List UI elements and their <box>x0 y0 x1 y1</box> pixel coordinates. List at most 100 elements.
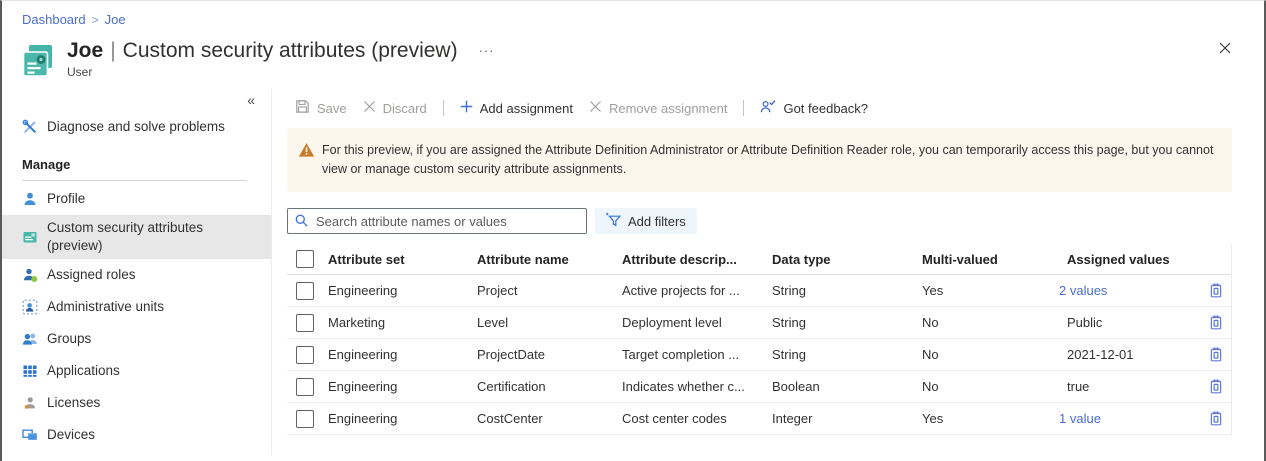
more-options-button[interactable]: ··· <box>479 39 495 63</box>
sidebar: « Diagnose and solve problems Manage <box>2 89 272 455</box>
close-blade-button[interactable] <box>1214 37 1236 62</box>
sidebar-section-manage: Manage <box>2 143 271 180</box>
save-button[interactable]: Save <box>287 95 355 121</box>
cell-attribute-name: CostCenter <box>477 411 622 426</box>
cell-attribute-description: Cost center codes <box>622 411 772 426</box>
cell-attribute-name: Certification <box>477 379 622 394</box>
search-icon <box>294 213 309 233</box>
cell-attribute-set: Engineering <box>328 411 477 426</box>
trash-icon <box>1208 287 1224 302</box>
table-row: Engineering CostCenter Cost center codes… <box>287 403 1231 435</box>
sidebar-item-devices[interactable]: Devices <box>2 419 271 451</box>
sidebar-item-licenses[interactable]: Licenses <box>2 387 271 419</box>
got-feedback-button[interactable]: Got feedback? <box>752 95 876 121</box>
delete-assignment-button[interactable] <box>1207 378 1225 396</box>
search-input[interactable] <box>287 208 587 234</box>
cell-attribute-description: Deployment level <box>622 315 772 330</box>
cell-multi-valued: Yes <box>922 283 1067 298</box>
add-filters-button[interactable]: Add filters <box>595 208 697 234</box>
sidebar-item-assigned-roles[interactable]: Assigned roles <box>2 259 271 291</box>
column-header-attribute-description: Attribute descrip... <box>622 252 772 267</box>
cell-data-type: Boolean <box>772 379 922 394</box>
toolbar-divider <box>743 100 744 116</box>
save-icon <box>295 99 310 117</box>
delete-assignment-button[interactable] <box>1207 410 1225 428</box>
table-row: Marketing Level Deployment level String … <box>287 307 1231 339</box>
row-checkbox[interactable] <box>296 282 314 300</box>
feedback-person-icon <box>760 99 776 117</box>
attributes-doc-icon <box>22 229 38 245</box>
breadcrumb-joe[interactable]: Joe <box>105 12 126 27</box>
add-assignment-label: Add assignment <box>480 101 573 116</box>
filter-row: Add filters <box>287 208 1232 234</box>
select-all-checkbox[interactable] <box>296 250 314 268</box>
trash-icon <box>1208 415 1224 430</box>
page-subtitle: User <box>67 65 1246 79</box>
blade-window: Dashboard > Joe Joe | Custom security at… <box>0 0 1266 461</box>
admin-units-icon <box>22 299 38 315</box>
delete-assignment-button[interactable] <box>1207 282 1225 300</box>
row-checkbox[interactable] <box>296 314 314 332</box>
cell-multi-valued: Yes <box>922 411 1067 426</box>
add-assignment-button[interactable]: Add assignment <box>452 96 581 120</box>
discard-button[interactable]: Discard <box>355 96 435 120</box>
person-icon <box>22 191 38 207</box>
sidebar-item-diagnose[interactable]: Diagnose and solve problems <box>2 111 271 143</box>
assigned-roles-icon <box>22 267 38 283</box>
column-header-attribute-set: Attribute set <box>328 252 477 267</box>
cell-attribute-description: Indicates whether c... <box>622 379 772 394</box>
column-header-assigned-values: Assigned values <box>1067 252 1207 267</box>
cell-data-type: String <box>772 347 922 362</box>
trash-icon <box>1208 383 1224 398</box>
cell-attribute-name: Project <box>477 283 622 298</box>
title-block: Joe | Custom security attributes (previe… <box>67 39 1246 79</box>
sidebar-item-administrative-units[interactable]: Administrative units <box>2 291 271 323</box>
trash-icon <box>1208 319 1224 334</box>
command-bar: Save Discard Add assignment <box>287 93 1232 123</box>
cell-multi-valued: No <box>922 347 1067 362</box>
page-title-secondary: Custom security attributes (preview) <box>123 39 458 63</box>
collapse-sidebar-button[interactable]: « <box>2 93 271 109</box>
row-checkbox[interactable] <box>296 378 314 396</box>
add-filters-label: Add filters <box>628 214 686 229</box>
assigned-values-link[interactable]: 2 values <box>1059 283 1207 298</box>
sidebar-item-label: Profile <box>47 190 85 208</box>
table-row: Engineering Certification Indicates whet… <box>287 371 1231 403</box>
breadcrumb-separator: > <box>92 13 99 27</box>
row-checkbox[interactable] <box>296 346 314 364</box>
breadcrumb-dashboard[interactable]: Dashboard <box>22 12 86 27</box>
row-checkbox[interactable] <box>296 410 314 428</box>
close-icon <box>1218 43 1232 58</box>
cell-multi-valued: No <box>922 315 1067 330</box>
remove-assignment-label: Remove assignment <box>609 101 728 116</box>
column-header-multi-valued: Multi-valued <box>922 252 1067 267</box>
preview-warning-banner: For this preview, if you are assigned th… <box>287 128 1232 192</box>
got-feedback-label: Got feedback? <box>783 101 868 116</box>
delete-assignment-button[interactable] <box>1207 314 1225 332</box>
breadcrumb: Dashboard > Joe <box>2 1 1264 27</box>
cell-data-type: String <box>772 315 922 330</box>
sidebar-item-applications[interactable]: Applications <box>2 355 271 387</box>
cell-multi-valued: No <box>922 379 1067 394</box>
cell-attribute-set: Engineering <box>328 379 477 394</box>
assigned-values-link[interactable]: 1 value <box>1059 411 1207 426</box>
cell-attribute-set: Engineering <box>328 283 477 298</box>
applications-icon <box>22 363 38 379</box>
cell-attribute-name: Level <box>477 315 622 330</box>
cell-attribute-description: Active projects for ... <box>622 283 772 298</box>
table-header-row: Attribute set Attribute name Attribute d… <box>287 244 1231 275</box>
sidebar-item-label: Applications <box>47 362 120 380</box>
main-layout: « Diagnose and solve problems Manage <box>2 89 1264 455</box>
toolbar-divider <box>443 100 444 116</box>
cell-assigned-values: 2021-12-01 <box>1067 347 1207 362</box>
sidebar-item-groups[interactable]: Groups <box>2 323 271 355</box>
remove-assignment-button[interactable]: Remove assignment <box>581 96 736 120</box>
custom-security-attributes-icon <box>18 41 58 81</box>
discard-x-icon <box>363 100 376 116</box>
delete-assignment-button[interactable] <box>1207 346 1225 364</box>
sidebar-item-custom-security-attributes[interactable]: Custom security attributes (preview) <box>2 215 271 259</box>
cell-attribute-set: Marketing <box>328 315 477 330</box>
page-title-primary: Joe <box>67 39 103 63</box>
sidebar-item-profile[interactable]: Profile <box>2 183 271 215</box>
remove-x-icon <box>589 100 602 116</box>
